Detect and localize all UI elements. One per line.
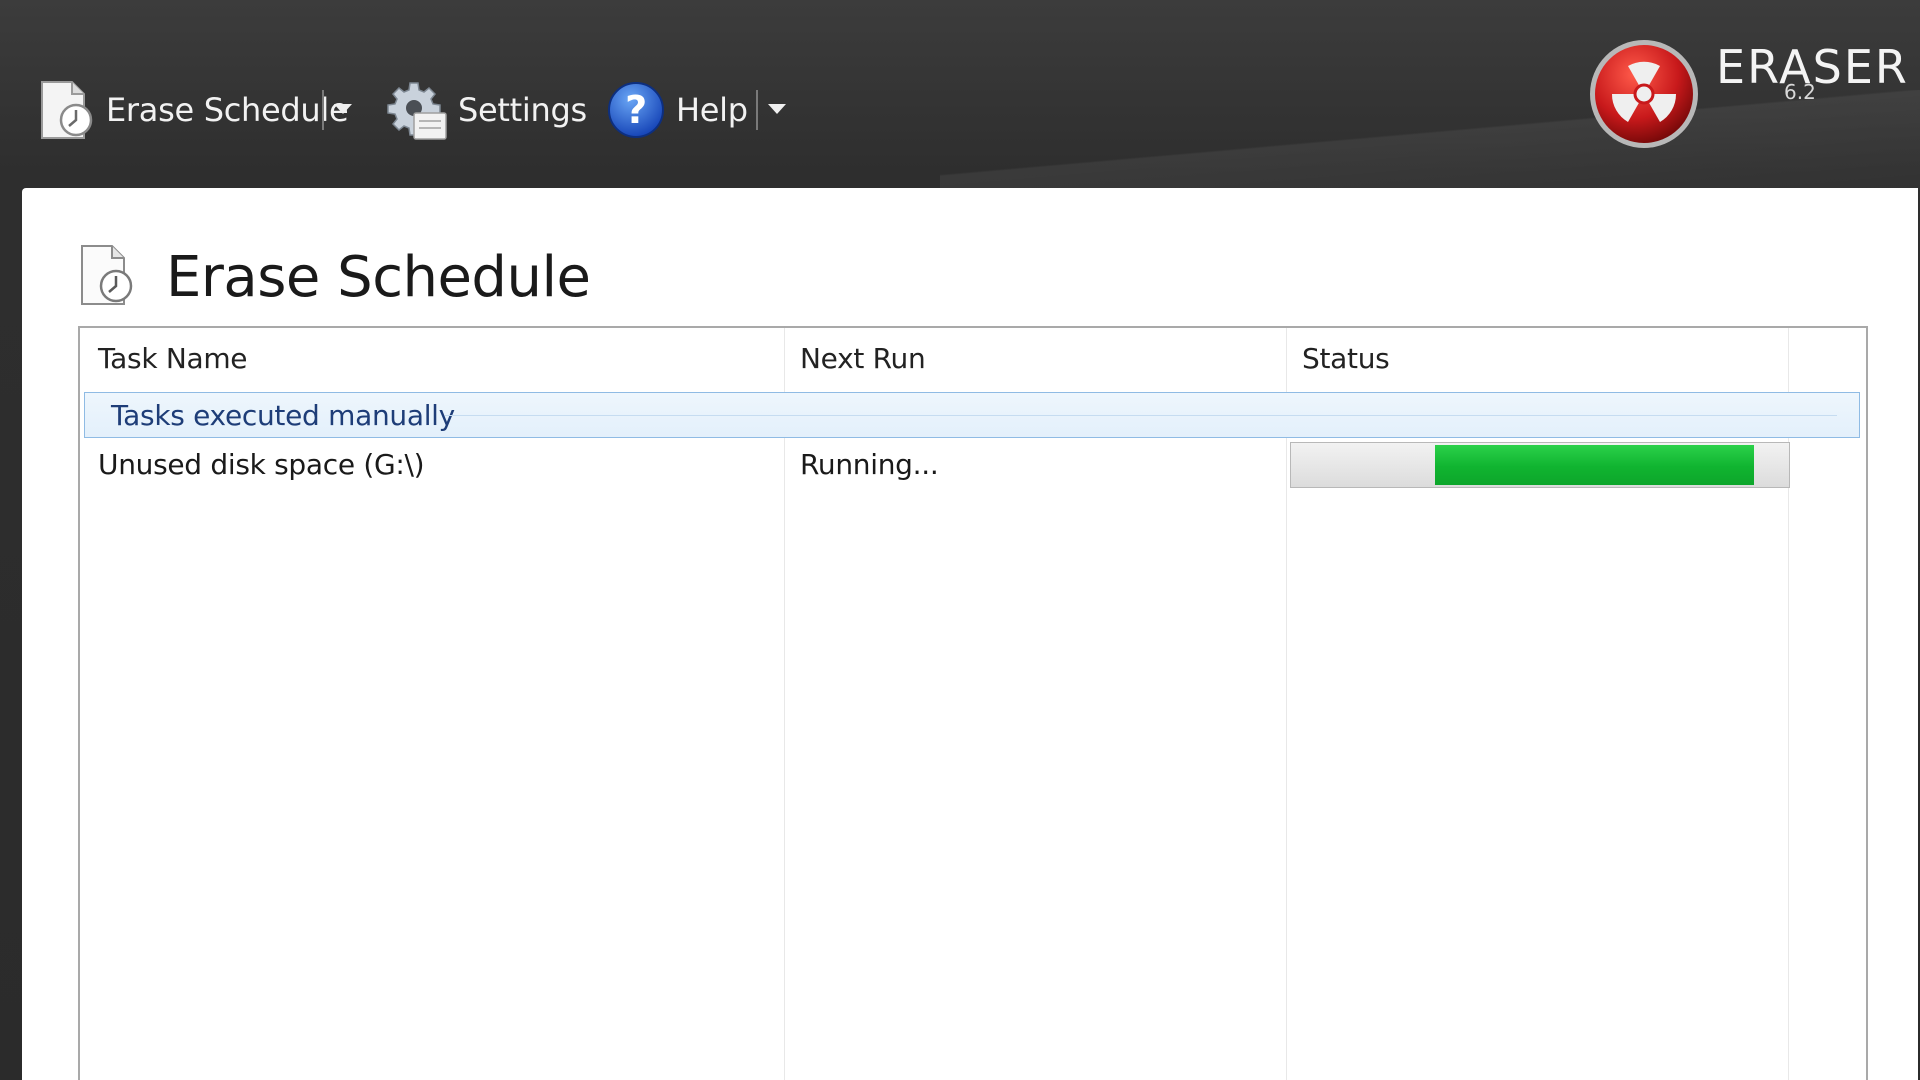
page-title: Erase Schedule <box>166 244 591 310</box>
erase-schedule-button[interactable]: Erase Schedule <box>38 78 349 142</box>
column-header-next-run[interactable]: Next Run <box>800 342 926 375</box>
column-divider <box>1286 328 1287 1080</box>
erase-schedule-label: Erase Schedule <box>106 91 349 129</box>
group-header[interactable]: Tasks executed manually <box>84 392 1860 438</box>
document-clock-icon <box>78 244 136 310</box>
task-list[interactable]: Task Name Next Run Status Tasks executed… <box>78 326 1868 1080</box>
column-divider <box>784 328 785 1080</box>
help-button[interactable]: ? Help <box>606 78 748 142</box>
page-header: Erase Schedule <box>78 244 591 310</box>
app-version: 6.2 <box>1784 80 1816 104</box>
table-row[interactable]: Unused disk space (G:\) Running... <box>80 442 1862 496</box>
toolbar: Erase Schedule Settings ? Help ERASER 6.… <box>0 0 1920 190</box>
group-divider <box>445 415 1837 416</box>
question-circle-icon: ? <box>606 80 666 140</box>
eraser-window: Erase Schedule Settings ? Help ERASER 6.… <box>0 0 1920 1080</box>
chevron-down-icon[interactable] <box>332 98 354 120</box>
column-divider <box>1788 328 1789 1080</box>
group-label: Tasks executed manually <box>111 399 455 432</box>
svg-text:?: ? <box>625 88 647 132</box>
document-clock-icon <box>38 80 96 140</box>
status-progress-bar <box>1290 442 1790 488</box>
toolbar-separator <box>322 90 324 130</box>
column-header-status[interactable]: Status <box>1302 342 1390 375</box>
main-panel: Erase Schedule Task Name Next Run Status… <box>22 188 1918 1080</box>
gear-icon <box>386 79 448 141</box>
settings-button[interactable]: Settings <box>386 78 587 142</box>
settings-label: Settings <box>458 91 587 129</box>
chevron-down-icon[interactable] <box>766 98 788 120</box>
radiation-icon <box>1588 38 1700 150</box>
column-header-task-name[interactable]: Task Name <box>98 342 248 375</box>
task-name-cell: Unused disk space (G:\) <box>98 448 425 481</box>
progress-fill <box>1435 445 1754 485</box>
toolbar-separator <box>756 90 758 130</box>
next-run-cell: Running... <box>800 448 939 481</box>
help-label: Help <box>676 91 748 129</box>
